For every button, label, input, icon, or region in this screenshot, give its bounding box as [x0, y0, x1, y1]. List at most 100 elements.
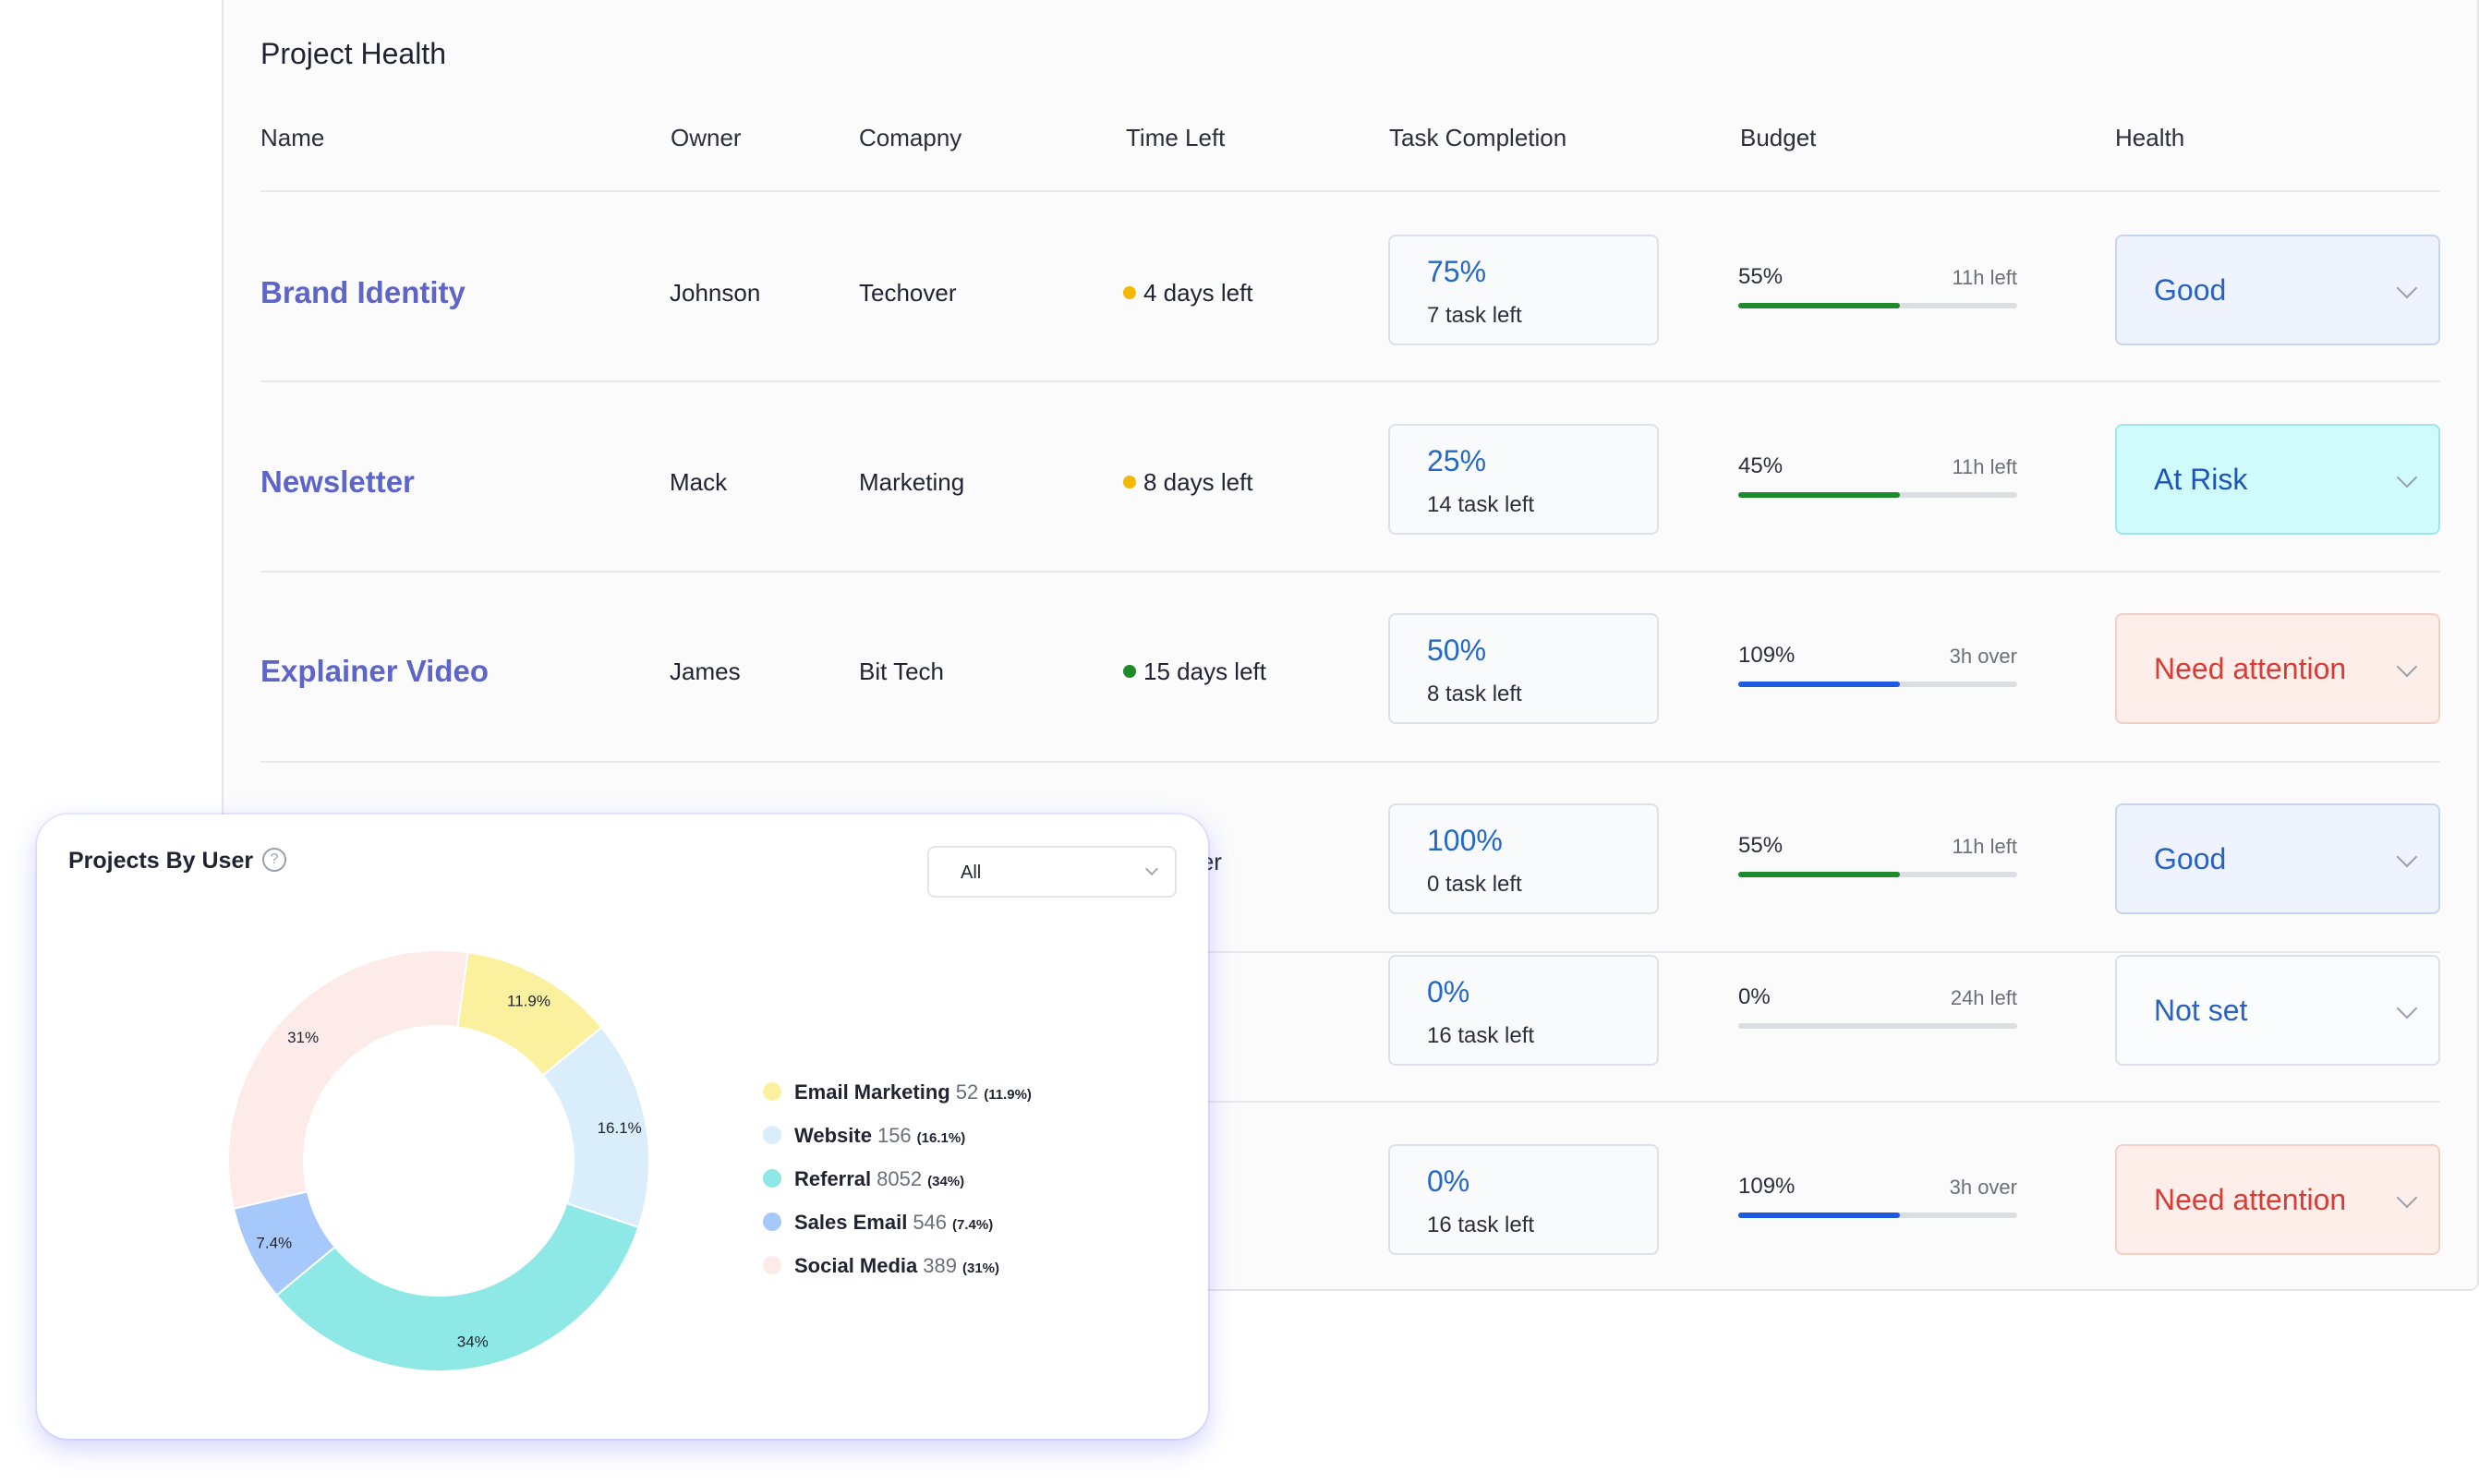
task-completion-box: 0% 16 task left [1388, 955, 1659, 1066]
health-status-label: Good [2154, 842, 2227, 875]
legend-series-count: 389 [923, 1254, 957, 1277]
legend-series-percent: (34%) [927, 1174, 965, 1189]
task-completion-box: 25% 14 task left [1388, 424, 1659, 535]
legend-series-percent: (31%) [962, 1261, 1000, 1276]
legend-item[interactable]: Sales Email 546 (7.4%) [763, 1211, 1032, 1254]
column-header-company[interactable]: Comapny [859, 124, 961, 152]
legend-series-count: 156 [877, 1124, 912, 1147]
budget-cell: 45% 11h left [1738, 453, 2017, 500]
health-status-dropdown[interactable]: At Risk [2115, 424, 2440, 535]
tasks-left-text: 7 task left [1427, 303, 1522, 328]
slice-percent-label: 7.4% [256, 1235, 292, 1252]
company-cell: Techover [859, 279, 957, 307]
slice-percent-label: 16.1% [598, 1119, 642, 1137]
health-status-dropdown[interactable]: Not set [2115, 955, 2440, 1066]
column-header-name[interactable]: Name [260, 124, 324, 152]
table-row: Brand Identity Johnson Techover 4 days left… [0, 194, 2479, 383]
chevron-down-icon [2396, 466, 2418, 489]
project-name-link[interactable]: Newsletter [260, 465, 415, 500]
slice-percent-label: 31% [287, 1029, 319, 1046]
health-status-label: Need attention [2154, 1183, 2347, 1216]
column-header-owner[interactable]: Owner [671, 124, 742, 152]
legend-swatch [763, 1082, 781, 1102]
health-status-dropdown[interactable]: Good [2115, 235, 2440, 345]
time-left-cell: 4 days left [1123, 279, 1253, 308]
health-status-label: Not set [2154, 994, 2248, 1027]
question-circle-icon[interactable]: ? [262, 848, 286, 872]
task-completion-percent: 100% [1427, 824, 1503, 857]
budget-progress-fill [1738, 1213, 1901, 1218]
legend-swatch [763, 1256, 781, 1275]
budget-percent: 55% [1738, 264, 1784, 289]
tasks-left-text: 8 task left [1427, 682, 1522, 706]
health-status-dropdown[interactable]: Good [2115, 803, 2440, 914]
status-dot-icon [1123, 476, 1136, 489]
budget-remaining: 3h over [1949, 645, 2017, 668]
page-title: Project Health [260, 37, 446, 70]
time-left-cell: 8 days left [1123, 468, 1253, 497]
legend-swatch [763, 1126, 781, 1145]
tasks-left-text: 14 task left [1427, 492, 1535, 517]
time-left-text: 4 days left [1143, 279, 1253, 307]
health-status-dropdown[interactable]: Need attention [2115, 1144, 2440, 1255]
user-filter-select[interactable]: All [927, 846, 1177, 898]
chevron-down-icon [2396, 846, 2418, 868]
budget-progress-track [1738, 303, 2017, 308]
chevron-down-icon [2396, 997, 2418, 1019]
budget-cell: 55% 11h left [1738, 833, 2017, 879]
legend-item[interactable]: Social Media 389 (31%) [763, 1254, 1032, 1297]
budget-remaining: 11h left [1952, 835, 2017, 858]
tasks-left-text: 16 task left [1427, 1023, 1535, 1048]
budget-progress-track [1738, 1023, 2017, 1029]
donut-slice[interactable] [227, 949, 469, 1211]
column-header-health[interactable]: Health [2115, 124, 2184, 152]
budget-percent: 45% [1738, 453, 1784, 478]
donut-chart: 11.9% 16.1% 34% 7.4% 31% [227, 949, 650, 1372]
row-divider [260, 190, 2440, 192]
chevron-down-icon [1144, 862, 1159, 876]
legend-series-name: Website [794, 1124, 872, 1147]
budget-progress-track [1738, 682, 2017, 687]
column-header-time-left[interactable]: Time Left [1126, 124, 1225, 152]
legend-series-percent: (7.4%) [952, 1217, 994, 1233]
status-dot-icon [1123, 286, 1136, 300]
project-name-link[interactable]: Brand Identity [260, 275, 466, 310]
legend-item[interactable]: Website 156 (16.1%) [763, 1124, 1032, 1167]
legend-item[interactable]: Email Marketing 52 (11.9%) [763, 1080, 1032, 1124]
budget-progress-track [1738, 492, 2017, 498]
budget-progress-fill [1738, 303, 1901, 308]
task-completion-box: 50% 8 task left [1388, 613, 1659, 724]
budget-progress-fill [1738, 872, 1901, 877]
health-status-label: At Risk [2154, 463, 2248, 496]
chevron-down-icon [2396, 1187, 2418, 1209]
legend-series-count: 8052 [877, 1167, 923, 1190]
chevron-down-icon [2396, 656, 2418, 678]
column-header-budget[interactable]: Budget [1740, 124, 1816, 152]
owner-cell: James [670, 658, 741, 685]
legend-swatch [763, 1169, 781, 1188]
task-completion-percent: 75% [1427, 255, 1487, 288]
chevron-down-icon [2396, 277, 2418, 299]
legend-series-count: 52 [955, 1080, 979, 1104]
budget-percent: 109% [1738, 643, 1796, 668]
budget-remaining: 11h left [1952, 455, 2017, 478]
budget-remaining: 3h over [1949, 1176, 2017, 1199]
column-header-task-completion[interactable]: Task Completion [1389, 124, 1566, 152]
budget-percent: 109% [1738, 1174, 1796, 1199]
task-completion-percent: 50% [1427, 633, 1487, 667]
task-completion-box: 0% 16 task left [1388, 1144, 1659, 1255]
legend-series-name: Social Media [794, 1254, 918, 1277]
project-name-link[interactable]: Explainer Video [260, 654, 489, 689]
company-cell: Marketing [859, 468, 965, 496]
legend-item[interactable]: Referral 8052 (34%) [763, 1167, 1032, 1211]
budget-cell: 0% 24h left [1738, 984, 2017, 1031]
status-dot-icon [1123, 665, 1136, 679]
slice-percent-label: 34% [457, 1333, 489, 1351]
health-status-dropdown[interactable]: Need attention [2115, 613, 2440, 724]
legend-series-name: Email Marketing [794, 1080, 950, 1104]
budget-progress-fill [1738, 492, 1901, 498]
task-completion-percent: 0% [1427, 975, 1470, 1008]
task-completion-box: 100% 0 task left [1388, 803, 1659, 914]
table-row: Explainer Video James Bit Tech 15 days left… [0, 573, 2479, 762]
task-completion-percent: 25% [1427, 444, 1487, 477]
